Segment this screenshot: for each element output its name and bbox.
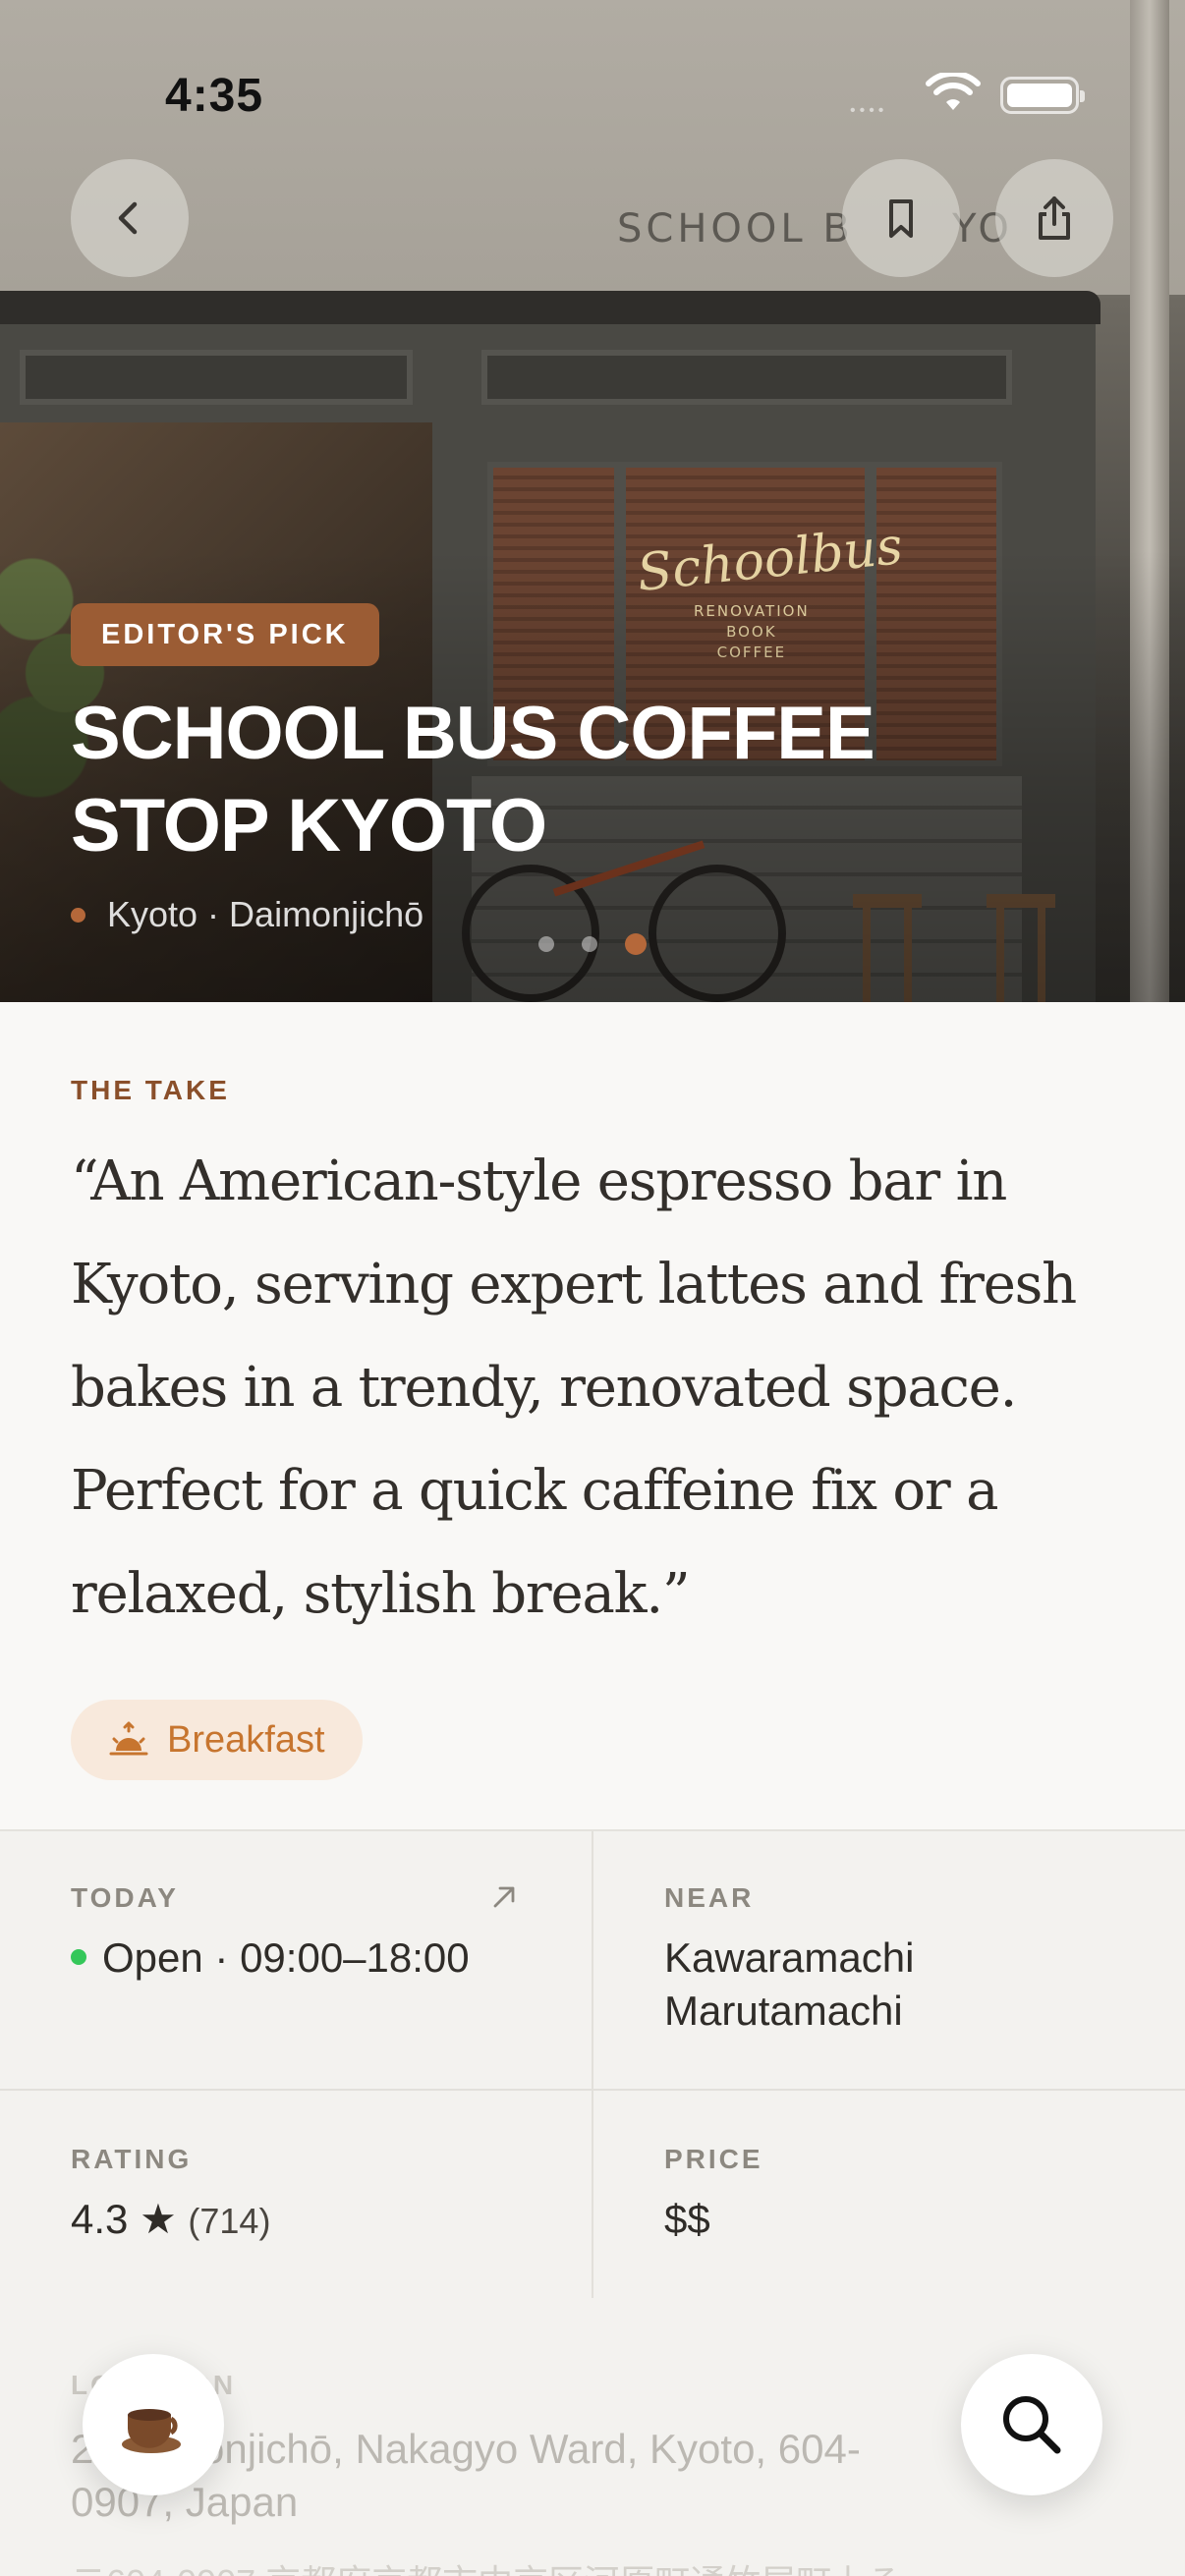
take-quote: “An American-style espresso bar in Kyoto… [71,1149,1077,1626]
share-button[interactable] [995,159,1113,277]
bookmark-icon [889,199,913,238]
grid-divider [592,1831,593,2298]
price-label: PRICE [664,2144,763,2174]
place-location-text: Kyoto · Daimonjichō [107,894,424,934]
rating-label: RATING [71,2144,193,2174]
open-status: Open [102,1934,203,1981]
cellular-icon: •••• [850,102,888,119]
price-value: $$ [664,2196,710,2242]
star-icon: ★ [140,2196,177,2242]
status-time: 4:35 [165,70,264,122]
share-icon [1039,196,1070,240]
rating-value: 4.3 ★ (714) [71,2193,533,2248]
near-label: NEAR [664,1882,755,1913]
rating-cell[interactable]: RATING 4.3 ★ (714) [71,2144,533,2248]
rating-count: (714) [188,2201,271,2241]
editors-pick-badge: EDITOR'S PICK [71,603,379,666]
chevron-left-icon [118,201,138,235]
storefront-awning [0,291,1100,324]
pagination-dot[interactable] [538,936,554,952]
search-button[interactable] [961,2354,1102,2495]
pagination-dot[interactable] [625,933,647,955]
photo-pagination[interactable] [538,933,647,955]
opening-hours: 09:00–18:00 [240,1934,470,1981]
category-tag-label: Breakfast [167,1718,325,1761]
place-location: Kyoto · Daimonjichō [71,894,423,935]
battery-icon [1000,77,1085,114]
category-tag-breakfast[interactable]: Breakfast [71,1700,363,1780]
location-dot-icon [71,907,85,923]
hours-value: Open · 09:00–18:00 [71,1932,533,1985]
coffee-button[interactable] [83,2354,224,2495]
grid-divider [0,2089,1185,2091]
bookmark-button[interactable] [842,159,960,277]
place-title: SCHOOL BUS COFFEE STOP KYOTO [71,692,875,868]
back-button[interactable] [71,159,189,277]
open-status-dot [71,1948,86,1965]
hours-cell[interactable]: TODAY Open · 09:00–18:00 [71,1882,533,1985]
take-label: THE TAKE [71,1075,230,1105]
hours-label: TODAY [71,1882,179,1913]
pagination-dot[interactable] [582,936,597,952]
rating-score: 4.3 [71,2196,129,2242]
search-icon [1003,2396,1061,2454]
sunrise-icon [109,1721,148,1756]
price-cell: PRICE $$ [664,2144,1126,2246]
wifi-icon [926,73,981,110]
storefront-transom [481,350,1012,405]
near-value: Kawaramachi Marutamachi [664,1934,915,2034]
battery-level [1007,84,1072,107]
near-cell: NEAR Kawaramachi Marutamachi [664,1882,1126,2038]
location-address-jp: 〒604-0907 京都府京都市中京区河原町通竹屋町上る [71,2554,902,2576]
arrow-up-right-icon[interactable] [489,1882,519,1912]
storefront-transom [20,350,413,405]
coffee-cup-icon [122,2409,181,2453]
